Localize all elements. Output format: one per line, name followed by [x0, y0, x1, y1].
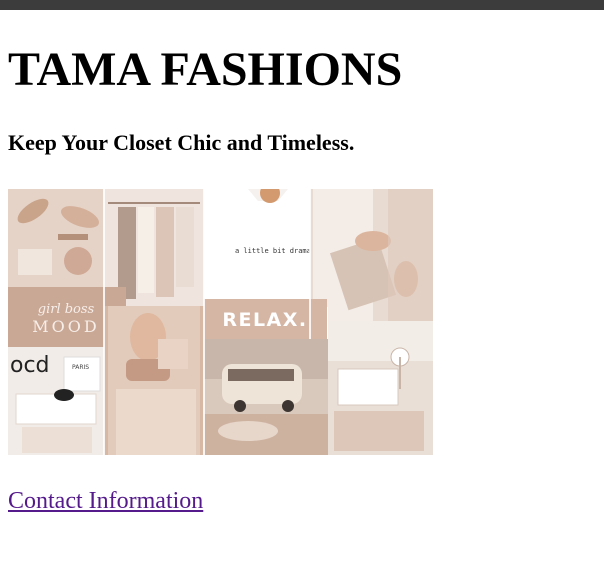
contact-information-link[interactable]: Contact Information [8, 487, 203, 515]
svg-text:MOOD: MOOD [32, 317, 99, 336]
mood-board-image: a little bit dramatic girl boss MOOD ocd… [8, 189, 433, 455]
page-title: TAMA FASHIONS [8, 43, 403, 96]
svg-text:ocd: ocd [10, 353, 50, 378]
mood-board-collage: a little bit dramatic girl boss MOOD ocd… [8, 189, 433, 455]
tile-tshirt: a little bit dramatic [204, 189, 324, 307]
svg-text:PARIS: PARIS [72, 364, 89, 371]
tile-desk [328, 321, 433, 455]
tile-beige-outfit [104, 306, 204, 455]
tile-van [204, 339, 328, 455]
svg-text:RELAX.: RELAX. [222, 309, 307, 331]
page-tagline: Keep Your Closet Chic and Timeless. [8, 130, 355, 155]
browser-top-bar [0, 0, 604, 10]
tile-boxes: ocd PARIS [8, 347, 104, 455]
tile-magazine [310, 189, 433, 321]
svg-text:girl boss: girl boss [38, 302, 95, 317]
tile-shoes [8, 189, 104, 287]
